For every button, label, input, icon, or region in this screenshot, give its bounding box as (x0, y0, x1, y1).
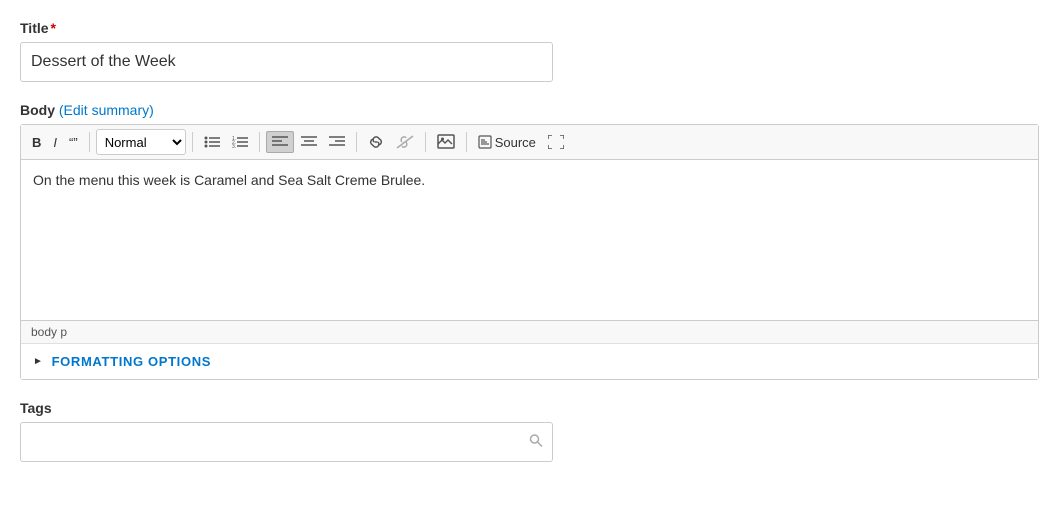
separator-6 (466, 132, 467, 152)
formatting-arrow-icon: ► (33, 356, 44, 367)
formatting-options-toggle[interactable]: ► FORMATTING OPTIONS (21, 343, 1038, 379)
title-label: Title* (20, 20, 1039, 36)
fullscreen-icon (548, 135, 564, 149)
title-input[interactable] (20, 42, 553, 82)
link-icon (368, 135, 384, 149)
separator-5 (425, 132, 426, 152)
image-button[interactable] (432, 131, 460, 153)
italic-button[interactable]: I (48, 133, 62, 152)
editor-footer: body p (21, 320, 1038, 343)
align-center-button[interactable] (296, 132, 322, 152)
unlink-icon (396, 135, 414, 149)
unordered-list-button[interactable] (199, 132, 225, 152)
body-label: Body (Edit summary) (20, 102, 1039, 118)
source-button[interactable]: Source (473, 132, 541, 152)
format-select[interactable]: Normal Heading 1 Heading 2 Heading 3 Hea… (96, 129, 186, 155)
ul-icon (204, 135, 220, 149)
editor-content-area[interactable]: On the menu this week is Caramel and Sea… (21, 160, 1038, 320)
link-button[interactable] (363, 132, 389, 152)
required-indicator: * (51, 20, 56, 36)
tags-label: Tags (20, 400, 1039, 416)
tags-search-icon (529, 434, 543, 451)
bold-button[interactable]: B (27, 133, 46, 152)
unlink-button[interactable] (391, 132, 419, 152)
blockquote-button[interactable]: “” (64, 133, 83, 152)
align-right-button[interactable] (324, 132, 350, 152)
image-icon (437, 134, 455, 150)
separator-4 (356, 132, 357, 152)
tags-input[interactable] (20, 422, 553, 462)
body-editor: B I “” Normal Heading 1 Heading 2 Headin… (20, 124, 1039, 380)
align-right-icon (329, 135, 345, 149)
align-center-icon (301, 135, 317, 149)
edit-summary-link[interactable]: (Edit summary) (59, 102, 154, 118)
source-icon (478, 135, 492, 149)
fullscreen-button[interactable] (543, 132, 569, 152)
align-left-icon (272, 135, 288, 149)
svg-text:3.: 3. (232, 144, 236, 149)
tags-input-wrapper (20, 422, 553, 462)
ordered-list-button[interactable]: 1. 2. 3. (227, 132, 253, 152)
tags-section: Tags (20, 400, 1039, 462)
ol-icon: 1. 2. 3. (232, 135, 248, 149)
align-left-button[interactable] (266, 131, 294, 153)
separator-1 (89, 132, 90, 152)
editor-toolbar: B I “” Normal Heading 1 Heading 2 Headin… (21, 125, 1038, 160)
separator-3 (259, 132, 260, 152)
formatting-options-label: FORMATTING OPTIONS (52, 354, 212, 369)
source-label: Source (495, 136, 536, 149)
separator-2 (192, 132, 193, 152)
